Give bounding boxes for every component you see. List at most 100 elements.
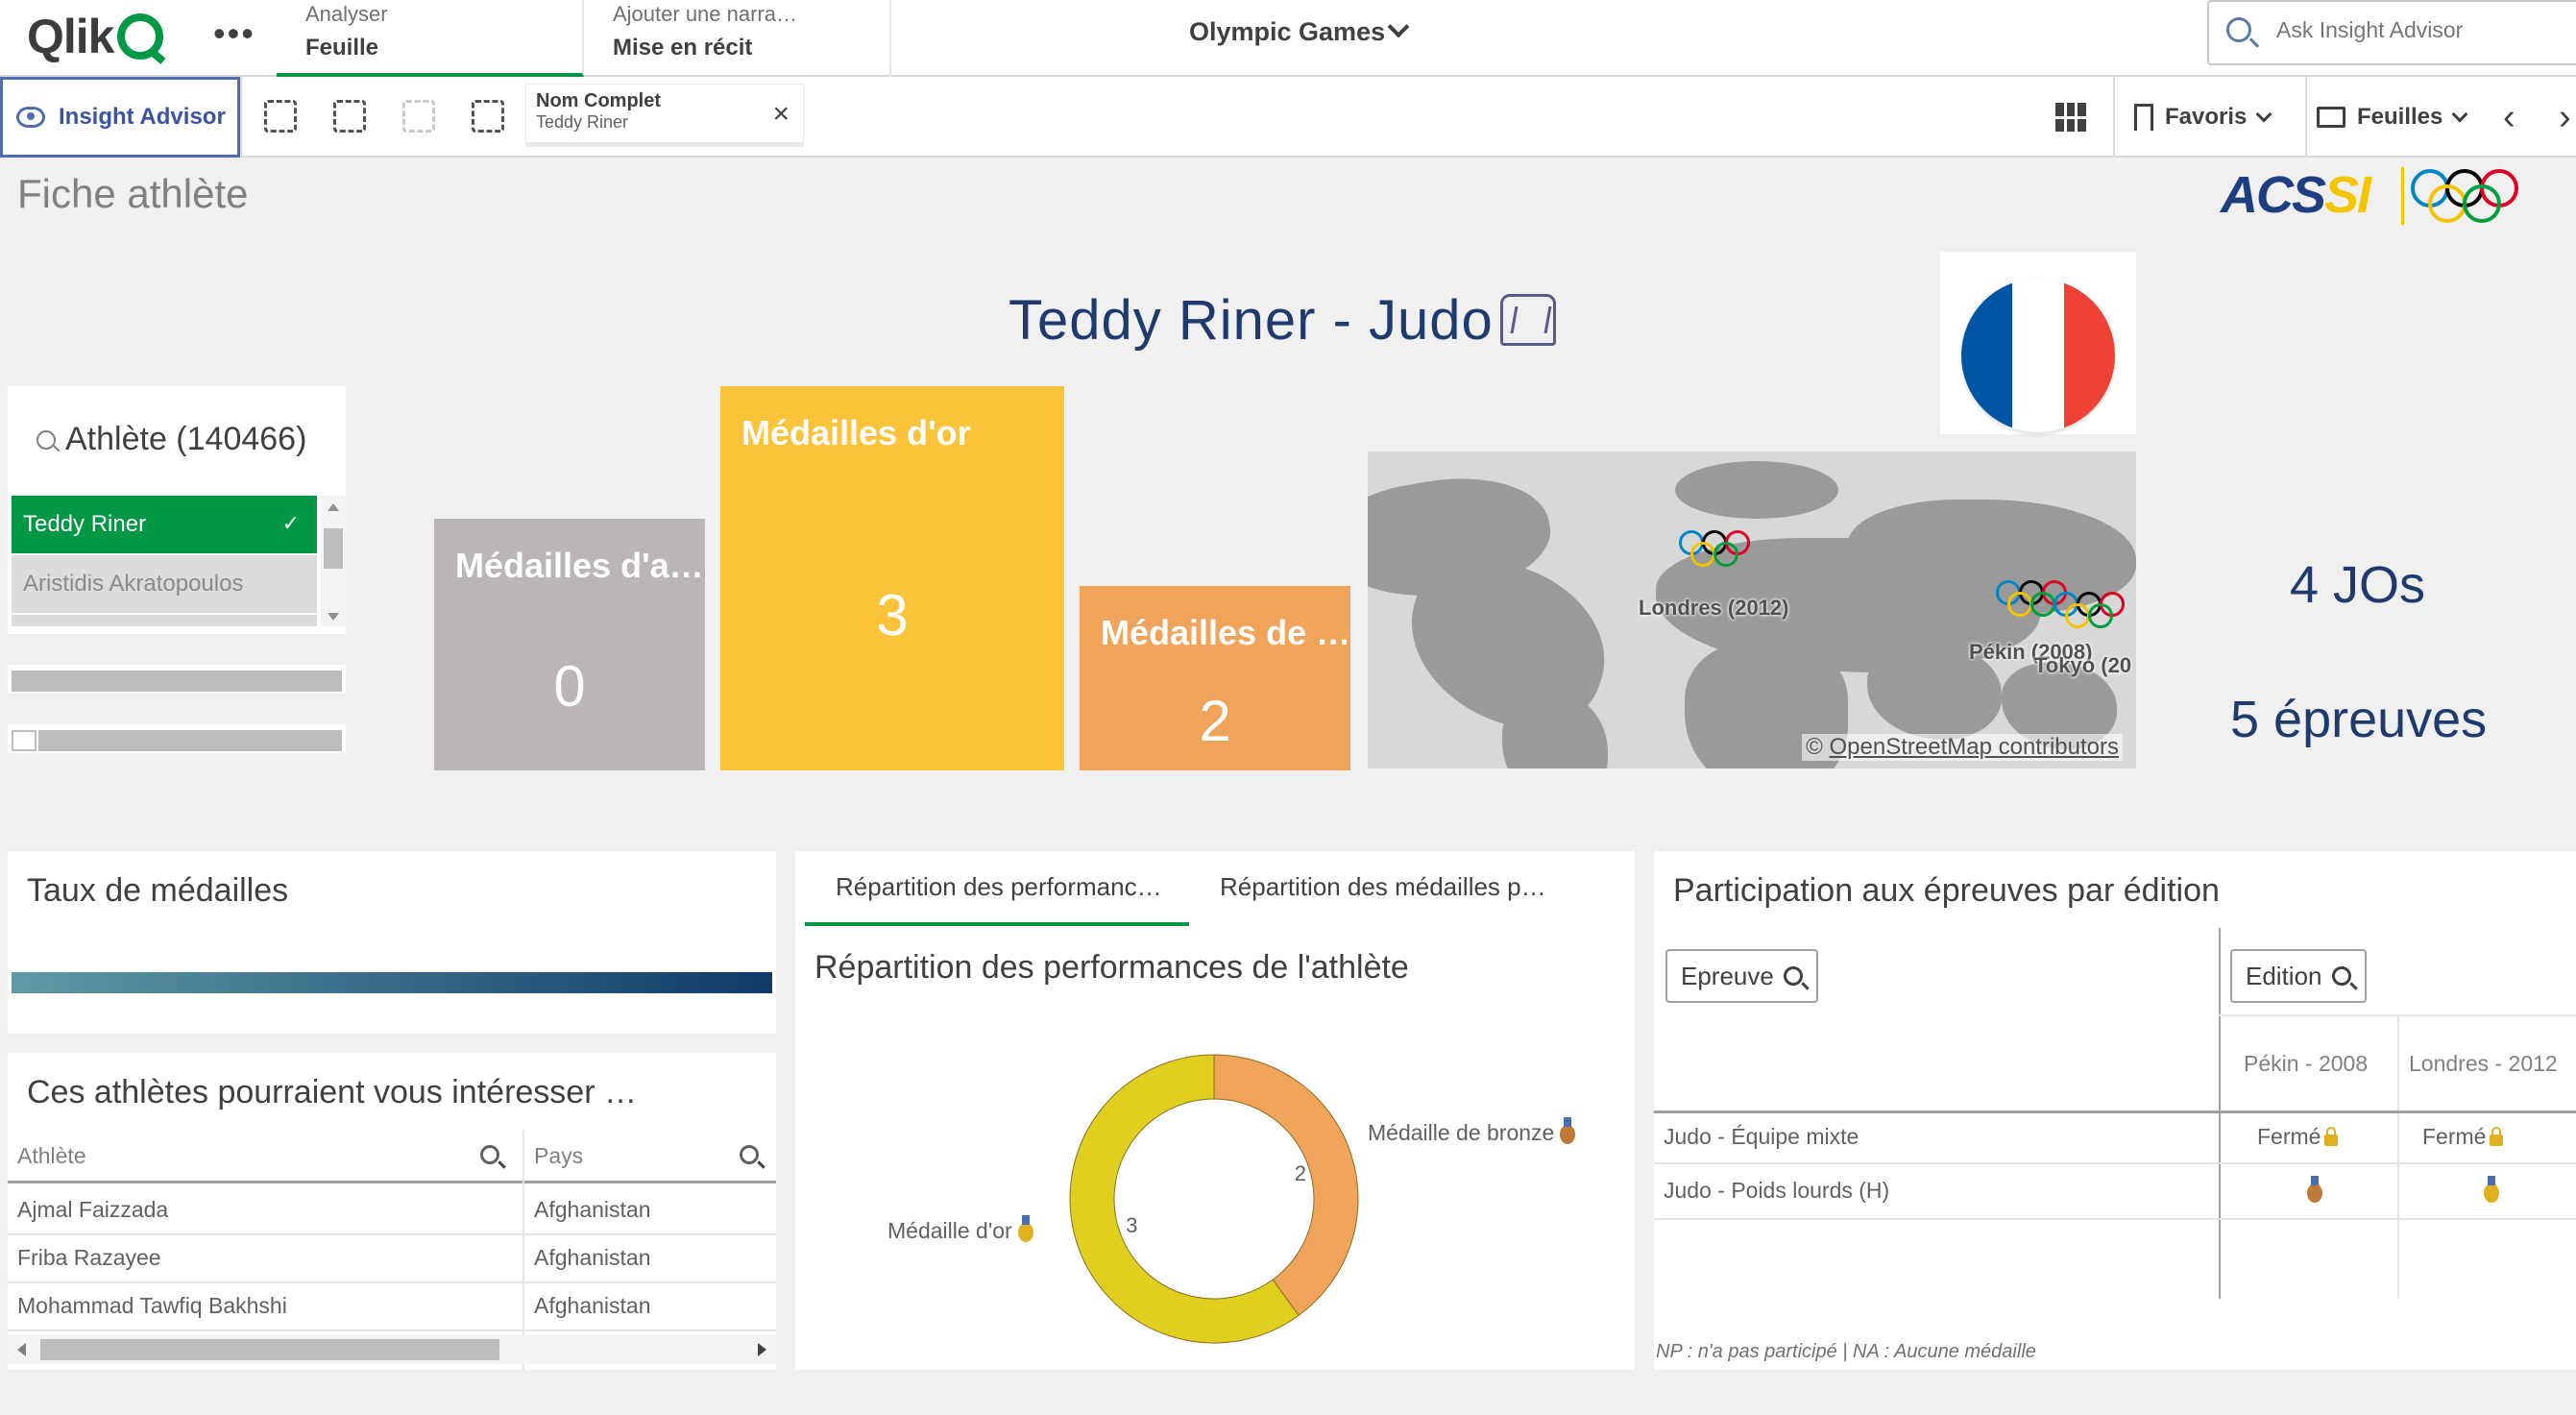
chevron-down-icon — [2255, 106, 2272, 123]
feuilles-button[interactable]: Feuilles — [2317, 77, 2468, 158]
kpi-silver-medals[interactable]: Médailles d'a… 0 — [434, 519, 705, 770]
performance-distribution-panel: Répartition des performanc… Répartition … — [795, 851, 1635, 1370]
column-header-pays[interactable]: Pays — [534, 1143, 583, 1169]
row-divider — [8, 1330, 776, 1331]
search-icon[interactable] — [740, 1145, 759, 1164]
insight-advisor-label: Insight Advisor — [59, 104, 226, 130]
insight-search-input[interactable] — [2276, 17, 2564, 43]
suggestions-title: Ces athlètes pourraient vous intéresser … — [27, 1074, 637, 1110]
divider — [2113, 77, 2115, 158]
olympic-rings-marker-icon[interactable] — [1679, 530, 1756, 569]
qlik-logo-text: Qlik — [27, 10, 114, 63]
slice-label-gold-text: Médaille d'or — [887, 1218, 1012, 1243]
header-divider — [1654, 1110, 2576, 1113]
list-item-selected[interactable]: Teddy Riner ✓ — [12, 496, 317, 553]
participation-title: Participation aux épreuves par édition — [1673, 872, 2220, 909]
tab-analyser-sub: Analyser — [305, 2, 388, 26]
kpi-bronze-medals[interactable]: Médailles de … 2 — [1080, 586, 1350, 770]
cell-status-text: Fermé — [2257, 1124, 2321, 1149]
smart-search-icon[interactable] — [264, 100, 297, 133]
judo-icon — [1500, 294, 1556, 346]
tab-analyser[interactable]: Analyser Feuille — [277, 0, 584, 77]
column-divider — [2397, 1016, 2399, 1299]
slice-label-gold: Médaille d'or — [887, 1214, 1033, 1244]
range-slider-2[interactable] — [8, 724, 346, 753]
qlik-logo[interactable]: Qlik — [27, 8, 164, 65]
selection-field: Nom Complet — [536, 90, 661, 111]
map-attribution[interactable]: © OpenStreetMap contributors — [1802, 734, 2123, 761]
kpi-value: 0 — [553, 654, 586, 719]
olympic-map[interactable]: Londres (2012) Pékin (2008) Tokyo (20 © … — [1368, 451, 2136, 768]
tab-storytelling-sub: Ajouter une narra… — [613, 2, 797, 26]
donut-value-label: 3 — [1126, 1213, 1137, 1237]
step-back-icon[interactable] — [333, 100, 366, 133]
kpi-gold-medals[interactable]: Médailles d'or 3 — [720, 386, 1064, 770]
medal-rate-bar[interactable] — [12, 972, 772, 993]
column-header-edition[interactable]: Pékin - 2008 — [2244, 1051, 2368, 1077]
cell-athlete: Friba Razayee — [17, 1245, 161, 1270]
participation-panel: Participation aux épreuves par édition E… — [1654, 851, 2576, 1370]
selection-chip[interactable]: Nom Complet Teddy Riner × — [526, 85, 803, 146]
tab-analyser-main: Feuille — [305, 35, 379, 61]
scroll-down-icon[interactable] — [328, 613, 339, 621]
scroll-thumb[interactable] — [324, 528, 343, 569]
clear-selections-icon[interactable] — [472, 100, 504, 133]
scroll-right-icon[interactable] — [758, 1343, 766, 1356]
search-icon — [1783, 966, 1803, 986]
slider-track[interactable] — [38, 730, 342, 751]
scroll-left-icon[interactable] — [17, 1343, 26, 1356]
donut-slice-bronze[interactable] — [1213, 1054, 1359, 1317]
edition-filter-button[interactable]: Edition — [2230, 949, 2367, 1003]
previous-sheet-button[interactable]: ‹ — [2503, 77, 2515, 158]
lock-icon — [2490, 1126, 2504, 1146]
chevron-down-icon — [2451, 106, 2468, 123]
close-icon[interactable]: × — [772, 98, 790, 131]
favoris-button[interactable]: Favoris — [2134, 77, 2272, 158]
list-item[interactable] — [12, 615, 317, 626]
kpi-label: Médailles de … — [1101, 613, 1351, 652]
cell-athlete: Mohammad Tawfiq Bakhshi — [17, 1293, 287, 1318]
insight-search-box[interactable] — [2207, 0, 2576, 65]
column-header-athlete[interactable]: Athlète — [17, 1143, 86, 1169]
search-icon[interactable] — [480, 1145, 499, 1164]
sheets-icon — [2317, 107, 2345, 128]
flag-stripe — [1961, 279, 2013, 432]
acssi-logo: ACSSI — [2221, 165, 2371, 225]
tab-storytelling[interactable]: Ajouter une narra… Mise en récit — [584, 0, 891, 77]
qlik-q-mark — [117, 13, 164, 60]
attribution-link[interactable]: OpenStreetMap contributors — [1830, 734, 2120, 760]
olympic-rings-marker-icon[interactable] — [2054, 592, 2130, 630]
gold-medal-icon — [2484, 1176, 2499, 1203]
feuilles-label: Feuilles — [2357, 104, 2443, 130]
slider-handle[interactable] — [12, 730, 36, 751]
flag-stripe — [2012, 279, 2064, 432]
insight-advisor-button[interactable]: Insight Advisor — [0, 77, 240, 158]
list-item[interactable]: Aristidis Akratopoulos — [12, 555, 317, 613]
grid-toggle[interactable] — [2055, 77, 2086, 158]
next-sheet-button[interactable]: › — [2559, 77, 2571, 158]
cell-athlete: Ajmal Faizzada — [17, 1197, 169, 1222]
filter-scrollbar[interactable] — [321, 496, 346, 626]
epreuve-filter-button[interactable]: Epreuve — [1665, 949, 1818, 1003]
scroll-thumb[interactable] — [40, 1339, 499, 1360]
bookmark-icon — [2134, 104, 2153, 131]
donut-chart[interactable]: 23 — [795, 851, 1635, 1370]
column-header-edition[interactable]: Londres - 2012 — [2409, 1051, 2558, 1077]
range-slider-1[interactable] — [8, 665, 346, 694]
column-divider — [522, 1130, 524, 1370]
medal-rate-panel: Taux de médailles — [8, 851, 776, 1034]
slider-track[interactable] — [12, 671, 342, 692]
athlete-filter-title[interactable]: Athlète (140466) — [36, 421, 306, 458]
scroll-up-icon[interactable] — [328, 503, 339, 511]
top-bar: Qlik ••• Analyser Feuille Ajouter une na… — [0, 0, 2576, 77]
row-divider — [8, 1233, 776, 1235]
favoris-label: Favoris — [2165, 104, 2248, 130]
more-menu-button[interactable]: ••• — [213, 13, 255, 54]
toolbar: Insight Advisor Nom Complet Teddy Riner … — [0, 77, 2576, 158]
table-horizontal-scrollbar[interactable] — [8, 1335, 776, 1364]
chevron-left-icon: ‹ — [2503, 96, 2515, 137]
app-title[interactable]: Olympic Games — [1189, 17, 1385, 47]
map-marker-label: Tokyo (20 — [2034, 653, 2132, 677]
chevron-down-icon[interactable] — [1387, 15, 1410, 38]
check-icon: ✓ — [281, 511, 300, 535]
